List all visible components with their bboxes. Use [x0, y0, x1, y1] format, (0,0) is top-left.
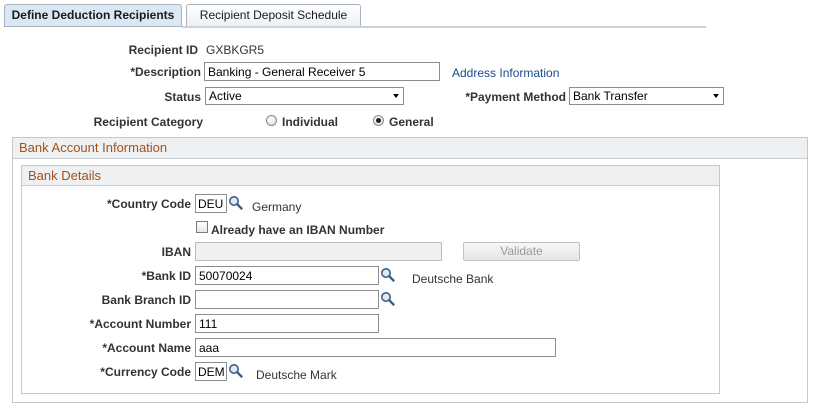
- bank-branch-id-input[interactable]: [195, 290, 379, 309]
- bank-name: Deutsche Bank: [412, 272, 494, 286]
- iban-label: IBAN: [161, 245, 191, 259]
- recipient-id-label: Recipient ID: [128, 43, 198, 57]
- account-name-input[interactable]: [195, 338, 556, 357]
- tab-recipient-deposit-schedule[interactable]: Recipient Deposit Schedule: [186, 4, 361, 26]
- country-code-input[interactable]: [195, 194, 227, 213]
- bank-id-label: *Bank ID: [141, 269, 191, 283]
- status-select[interactable]: Active: [205, 87, 404, 105]
- iban-checkbox[interactable]: [196, 221, 208, 233]
- tab-divider-shadow: [182, 26, 706, 28]
- payment-method-select-value: Bank Transfer: [573, 89, 648, 103]
- currency-name: Deutsche Mark: [256, 368, 337, 382]
- bank-id-input[interactable]: [195, 266, 379, 285]
- category-general-radio[interactable]: [373, 115, 384, 126]
- account-name-label: *Account Name: [102, 341, 191, 355]
- payment-method-label: *Payment Method: [465, 90, 566, 104]
- currency-code-label: *Currency Code: [100, 365, 191, 379]
- iban-checkbox-label: Already have an IBAN Number: [211, 223, 385, 237]
- recipient-category-label: Recipient Category: [93, 115, 203, 129]
- magnifier-icon[interactable]: [380, 267, 395, 282]
- bank-details-section-title: Bank Details: [22, 166, 719, 186]
- description-label: *Description: [130, 65, 201, 79]
- magnifier-icon[interactable]: [228, 195, 243, 210]
- country-name: Germany: [252, 200, 302, 214]
- magnifier-icon[interactable]: [228, 363, 243, 378]
- account-number-label: *Account Number: [89, 317, 191, 331]
- iban-input[interactable]: [195, 242, 442, 261]
- tab-label: Recipient Deposit Schedule: [199, 8, 348, 22]
- description-input[interactable]: [204, 62, 440, 81]
- chevron-down-icon: [713, 94, 719, 98]
- category-general-label: General: [389, 115, 434, 129]
- chevron-down-icon: [393, 94, 399, 98]
- bank-branch-id-label: Bank Branch ID: [101, 293, 191, 307]
- category-individual-radio[interactable]: [266, 115, 277, 126]
- country-code-label: *Country Code: [107, 197, 191, 211]
- account-number-input[interactable]: [195, 314, 379, 333]
- tab-define-deduction-recipients[interactable]: Define Deduction Recipients: [4, 4, 182, 27]
- radio-selected-dot: [376, 118, 381, 123]
- magnifier-icon[interactable]: [380, 291, 395, 306]
- currency-code-input[interactable]: [195, 362, 227, 381]
- validate-button[interactable]: Validate: [463, 242, 580, 261]
- status-label: Status: [164, 90, 201, 104]
- bank-account-section-title: Bank Account Information: [13, 138, 807, 159]
- recipient-id-value: GXBKGR5: [206, 43, 265, 57]
- payment-method-select[interactable]: Bank Transfer: [569, 87, 724, 105]
- category-individual-label: Individual: [282, 115, 339, 129]
- status-select-value: Active: [209, 89, 242, 103]
- address-information-link[interactable]: Address Information: [452, 66, 559, 80]
